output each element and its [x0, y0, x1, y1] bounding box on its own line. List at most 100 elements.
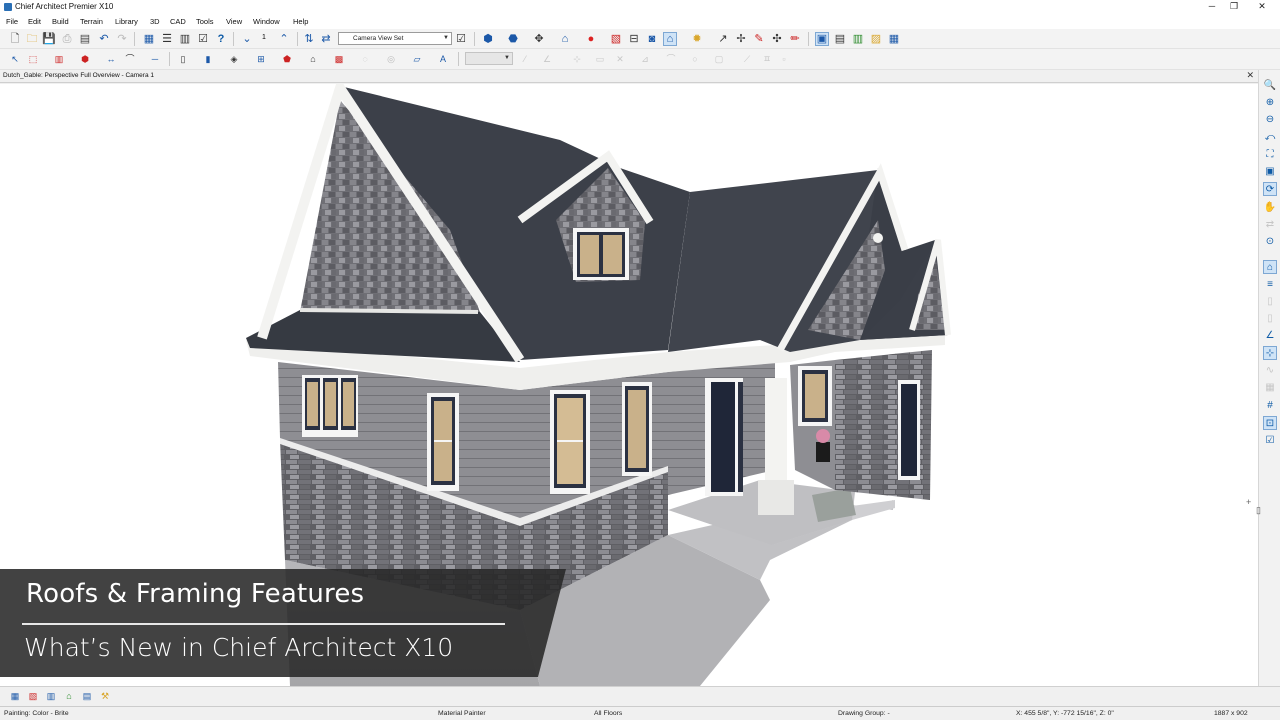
window-tools-icon[interactable]: ▮	[201, 52, 215, 66]
text-icon[interactable]: ㅍ	[760, 52, 774, 66]
zoom-icon[interactable]: 🔍	[1263, 78, 1277, 92]
menu-cad[interactable]: CAD	[170, 17, 186, 26]
rectangle-icon[interactable]: ▭	[593, 52, 607, 66]
dimension-tools-icon[interactable]: ↔	[104, 52, 118, 66]
framing-view-icon[interactable]: ▤	[80, 689, 94, 703]
swap-icon[interactable]: ⇄	[1263, 217, 1277, 231]
library-icon[interactable]: ▧	[26, 689, 40, 703]
save-icon[interactable]: 💾	[42, 32, 56, 46]
menu-3d[interactable]: 3D	[150, 17, 160, 26]
object-snap-icon[interactable]: ⊹	[570, 52, 584, 66]
pan-icon[interactable]: ✋	[1263, 200, 1277, 214]
fill-window-building-icon[interactable]: ▣	[1263, 164, 1277, 178]
fixture-icon[interactable]: ⌂	[306, 52, 320, 66]
maximize-button[interactable]: ❐	[1222, 0, 1246, 14]
transform-icon[interactable]: ✢	[734, 32, 748, 46]
menu-tools[interactable]: Tools	[196, 17, 214, 26]
replicate-icon[interactable]: ✣	[770, 32, 784, 46]
help-icon[interactable]: ?	[214, 32, 228, 46]
text-tools-icon[interactable]: ⏥	[410, 52, 424, 66]
view-window-icon[interactable]: ▣	[815, 32, 829, 46]
angle-icon[interactable]: ⊿	[638, 52, 652, 66]
angle-snap-icon[interactable]: ∠	[1263, 328, 1277, 342]
camera-tools-icon[interactable]: ✥	[532, 32, 546, 46]
text-color-icon[interactable]: A	[436, 52, 450, 66]
circle-icon[interactable]: ○	[688, 52, 702, 66]
checklist-icon[interactable]: ☑	[1263, 433, 1277, 447]
pencil-icon[interactable]: ✏	[788, 32, 802, 46]
plant-icon[interactable]: ◎	[384, 52, 398, 66]
eyedropper-icon[interactable]: ✎	[752, 32, 766, 46]
door-tools-icon[interactable]: ▯	[176, 52, 190, 66]
plan-setup-icon[interactable]: ▥	[178, 32, 192, 46]
tree-icon[interactable]: ⌂	[62, 689, 76, 703]
material-painter-icon[interactable]: ▧	[609, 32, 623, 46]
elevation-icon[interactable]: ⬣	[506, 32, 520, 46]
new-plan-icon[interactable]: 🗋	[8, 32, 22, 46]
adjust-lights-icon[interactable]: ↗	[716, 32, 730, 46]
menu-help[interactable]: Help	[293, 17, 308, 26]
up-one-floor-icon[interactable]: ⌃	[277, 32, 291, 46]
delete-surfaces-icon[interactable]: ⊟	[627, 32, 641, 46]
wall-tools-icon[interactable]: ▥	[52, 52, 66, 66]
rotate-icon[interactable]: ⟳	[1263, 182, 1277, 196]
curve-icon[interactable]: ∿	[1263, 363, 1277, 377]
box-icon[interactable]: ▢	[712, 52, 726, 66]
framing-icon[interactable]: ▩	[332, 52, 346, 66]
checklist-icon[interactable]: ☑	[196, 32, 210, 46]
ruler-icon[interactable]: ≡	[1263, 277, 1277, 291]
redo-icon[interactable]: ↷	[115, 32, 129, 46]
default-settings-icon[interactable]: ▦	[142, 32, 156, 46]
stairs-tools-icon[interactable]: ◈	[227, 52, 241, 66]
layer-dropdown[interactable]: ▼	[465, 52, 513, 65]
blank-page-icon[interactable]: ▯	[1263, 311, 1277, 325]
minimize-button[interactable]: ─	[1200, 0, 1224, 14]
record-walkthrough-icon[interactable]: ●	[584, 32, 598, 46]
cross-section-icon[interactable]: ▥	[44, 689, 58, 703]
menu-terrain[interactable]: Terrain	[80, 17, 103, 26]
menu-window[interactable]: Window	[253, 17, 280, 26]
layer-display-icon[interactable]: ☰	[160, 32, 174, 46]
library-browser-icon[interactable]: ▥	[851, 32, 865, 46]
swap-reference-icon[interactable]: ⇄	[319, 32, 333, 46]
backdrop-icon[interactable]: ◙	[645, 32, 659, 46]
hammer-icon[interactable]: ⚒	[98, 689, 112, 703]
document-tab-title[interactable]: Dutch_Gable: Perspective Full Overview -…	[3, 72, 154, 79]
3d-view-icon[interactable]: ⬢	[481, 32, 495, 46]
floor-overview-icon[interactable]: ⌂	[558, 32, 572, 46]
undo-zoom-icon[interactable]: ⤺	[1263, 130, 1277, 144]
arc-icon[interactable]: ⌒	[664, 52, 678, 66]
cross-icon[interactable]: ✕	[613, 52, 627, 66]
reference-display-icon[interactable]: ⇅	[302, 32, 316, 46]
house-view-icon[interactable]: ⌂	[663, 32, 677, 46]
menu-edit[interactable]: Edit	[28, 17, 41, 26]
snap-icon[interactable]: ⊹	[1263, 346, 1277, 360]
blank-icon[interactable]: ▫	[777, 52, 791, 66]
polyline-icon[interactable]: ⟋	[740, 52, 754, 66]
menu-build[interactable]: Build	[52, 17, 69, 26]
print-icon[interactable]: ⎙	[60, 32, 74, 46]
menu-view[interactable]: View	[226, 17, 242, 26]
open-folder-icon[interactable]: 🗀	[25, 32, 39, 46]
edit-view-set-icon[interactable]: ☑	[454, 32, 468, 46]
edit-area-icon[interactable]: ⬚	[26, 52, 40, 66]
print-preview-icon[interactable]: ▤	[78, 32, 92, 46]
materials-list-icon[interactable]: ▨	[869, 32, 883, 46]
down-one-floor-icon[interactable]: ⌄	[240, 32, 254, 46]
layout-icon[interactable]: ▤	[833, 32, 847, 46]
object-snap-icon[interactable]: ⊡	[1263, 416, 1277, 430]
angle-snap-icon[interactable]: ∠	[540, 52, 554, 66]
page-icon[interactable]: ▯	[1263, 294, 1277, 308]
arc-tools-icon[interactable]: ⌒	[123, 52, 137, 66]
close-document-icon[interactable]: ✕	[1246, 70, 1254, 81]
grid-icon[interactable]: ▦	[1263, 380, 1277, 394]
zoom-in-icon[interactable]: ⊕	[1263, 95, 1277, 109]
fill-window-icon[interactable]: ⛶	[1263, 147, 1277, 161]
roof-tools-icon[interactable]: ⊞	[254, 52, 268, 66]
menu-file[interactable]: File	[6, 17, 18, 26]
cabinet-tools-icon[interactable]: ⬢	[78, 52, 92, 66]
grid-snap-icon[interactable]: #	[1263, 398, 1277, 412]
tape-measure-icon[interactable]: ⊙	[1263, 234, 1277, 248]
camera-icon[interactable]: ⌂	[1263, 260, 1277, 274]
tile-windows-icon[interactable]: ▦	[887, 32, 901, 46]
